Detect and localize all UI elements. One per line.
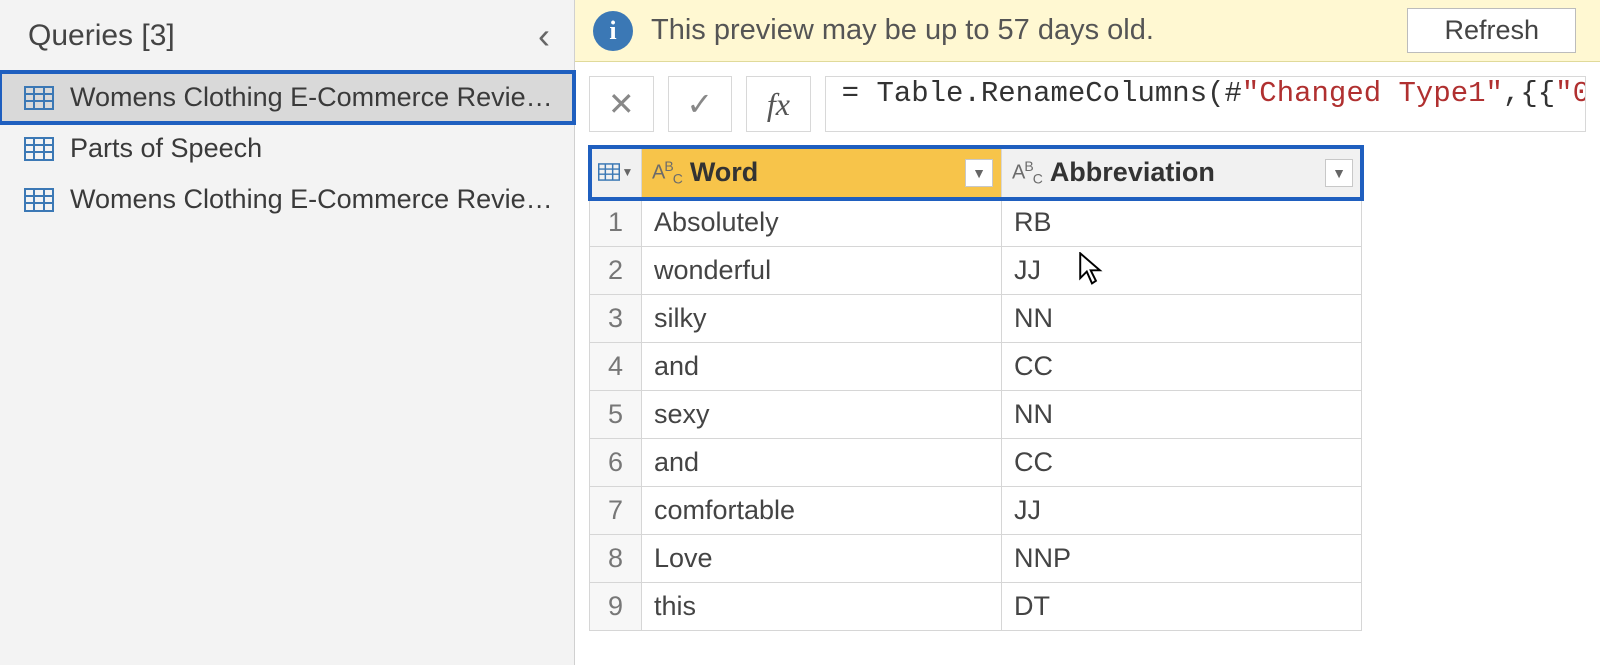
column-name: Word [690, 157, 957, 188]
column-name: Abbreviation [1050, 157, 1317, 188]
cell-word[interactable]: silky [642, 295, 1002, 343]
query-item-parts-of-speech[interactable]: Parts of Speech [0, 123, 574, 174]
table-row[interactable]: 5sexyNN [590, 391, 1362, 439]
row-number[interactable]: 8 [590, 535, 642, 583]
table-row[interactable]: 6andCC [590, 439, 1362, 487]
collapse-pane-icon[interactable]: ‹ [538, 18, 550, 54]
cell-word[interactable]: Absolutely [642, 199, 1002, 247]
cell-word[interactable]: Love [642, 535, 1002, 583]
row-number[interactable]: 4 [590, 343, 642, 391]
type-text-icon: ABC [652, 158, 682, 187]
formula-input[interactable]: = Table.RenameColumns(#"Changed Type1",{… [825, 76, 1586, 132]
query-item-label: Womens Clothing E-Commerce Review... [70, 184, 554, 215]
data-grid: ▼ ABC Word ▼ ABC [575, 146, 1600, 631]
cell-abbreviation[interactable]: NNP [1002, 535, 1362, 583]
formula-bar: ✕ ✓ fx = Table.RenameColumns(#"Changed T… [575, 62, 1600, 146]
table-icon [598, 163, 620, 181]
column-header-abbreviation[interactable]: ABC Abbreviation ▼ [1002, 147, 1362, 199]
table-row[interactable]: 1AbsolutelyRB [590, 199, 1362, 247]
row-number[interactable]: 9 [590, 583, 642, 631]
row-number[interactable]: 3 [590, 295, 642, 343]
table-row[interactable]: 2wonderfulJJ [590, 247, 1362, 295]
cell-word[interactable]: and [642, 343, 1002, 391]
table-icon [24, 86, 54, 110]
fx-icon: fx [767, 86, 790, 123]
query-item-womens-clothing-reviews[interactable]: Womens Clothing E-Commerce Reviews [0, 72, 574, 123]
preview-warning-bar: i This preview may be up to 57 days old.… [575, 0, 1600, 62]
formula-accept-button[interactable]: ✓ [668, 76, 733, 132]
table-icon [24, 137, 54, 161]
column-filter-button[interactable]: ▼ [965, 159, 993, 187]
table-icon [24, 188, 54, 212]
info-icon: i [593, 11, 633, 51]
cell-abbreviation[interactable]: CC [1002, 439, 1362, 487]
row-number[interactable]: 7 [590, 487, 642, 535]
cell-abbreviation[interactable]: CC [1002, 343, 1362, 391]
table-row[interactable]: 3silkyNN [590, 295, 1362, 343]
formula-cancel-button[interactable]: ✕ [589, 76, 654, 132]
type-text-icon: ABC [1012, 158, 1042, 187]
preview-warning-message: This preview may be up to 57 days old. [651, 14, 1154, 47]
cell-abbreviation[interactable]: NN [1002, 295, 1362, 343]
cell-abbreviation[interactable]: JJ [1002, 247, 1362, 295]
row-number[interactable]: 2 [590, 247, 642, 295]
cell-abbreviation[interactable]: JJ [1002, 487, 1362, 535]
cell-abbreviation[interactable]: NN [1002, 391, 1362, 439]
fx-button[interactable]: fx [746, 76, 811, 132]
cell-word[interactable]: this [642, 583, 1002, 631]
chevron-down-icon: ▼ [622, 165, 634, 179]
row-number[interactable]: 1 [590, 199, 642, 247]
table-row[interactable]: 8LoveNNP [590, 535, 1362, 583]
row-number[interactable]: 5 [590, 391, 642, 439]
query-item-label: Parts of Speech [70, 133, 262, 164]
table-row[interactable]: 4andCC [590, 343, 1362, 391]
cell-word[interactable]: wonderful [642, 247, 1002, 295]
queries-pane-title: Queries [3] [28, 19, 175, 53]
main-area: i This preview may be up to 57 days old.… [575, 0, 1600, 665]
query-item-label: Womens Clothing E-Commerce Reviews [70, 82, 554, 113]
cell-word[interactable]: comfortable [642, 487, 1002, 535]
queries-pane-header: Queries [3] ‹ [0, 0, 574, 72]
table-row[interactable]: 9thisDT [590, 583, 1362, 631]
column-header-word[interactable]: ABC Word ▼ [642, 147, 1002, 199]
query-list: Womens Clothing E-Commerce Reviews Parts… [0, 72, 574, 225]
cell-word[interactable]: and [642, 439, 1002, 487]
cell-word[interactable]: sexy [642, 391, 1002, 439]
x-icon: ✕ [608, 85, 635, 123]
query-item-womens-clothing-reviews-2[interactable]: Womens Clothing E-Commerce Review... [0, 174, 574, 225]
queries-pane: Queries [3] ‹ Womens Clothing E-Commerce… [0, 0, 575, 665]
check-icon: ✓ [686, 85, 713, 123]
grid-corner-button[interactable]: ▼ [590, 147, 642, 199]
column-filter-button[interactable]: ▼ [1325, 159, 1353, 187]
row-number[interactable]: 6 [590, 439, 642, 487]
cell-abbreviation[interactable]: DT [1002, 583, 1362, 631]
cell-abbreviation[interactable]: RB [1002, 199, 1362, 247]
table-row[interactable]: 7comfortableJJ [590, 487, 1362, 535]
refresh-button[interactable]: Refresh [1407, 8, 1576, 53]
